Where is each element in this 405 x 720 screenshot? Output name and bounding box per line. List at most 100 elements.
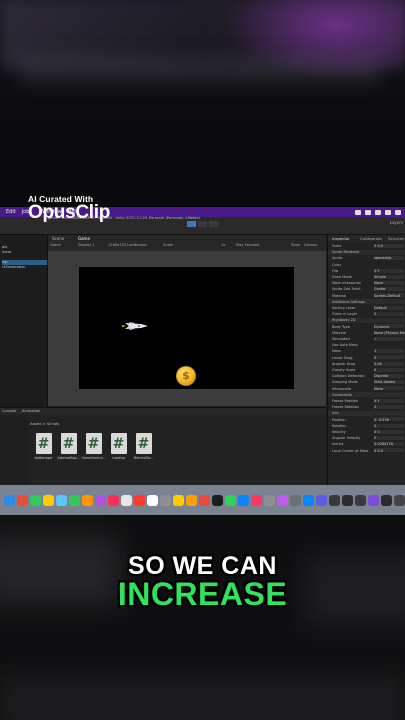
inspector-field-box[interactable]	[374, 367, 404, 372]
inspector-field-box[interactable]	[374, 311, 404, 316]
tab-services[interactable]: Services	[388, 236, 404, 241]
tab-animation[interactable]: Animation	[22, 409, 40, 413]
inspector-field-box[interactable]	[374, 355, 404, 360]
inspector-field-value: 1	[374, 349, 377, 354]
pause-button[interactable]	[198, 221, 207, 227]
coin-sprite: $	[176, 366, 196, 386]
dock-app-icon[interactable]	[238, 494, 249, 506]
inspector-field-label: Rotation	[332, 423, 347, 428]
dock-app-icon[interactable]	[394, 494, 405, 506]
inspector-field-label: Draw Mode	[332, 275, 352, 279]
dock-app-icon[interactable]	[277, 494, 288, 506]
inspector-field-value: Center	[374, 287, 386, 292]
dock-app-icon[interactable]	[225, 494, 236, 506]
dock-app-icon[interactable]	[134, 494, 145, 506]
inspector-field-value: X -4.336	[374, 417, 389, 422]
resolution-dropdown[interactable]: 1280x720 Landscape	[108, 243, 147, 247]
inspector-field-value: 0.05	[374, 361, 382, 366]
dock-app-icon[interactable]	[4, 494, 15, 506]
dock-app-icon[interactable]	[147, 494, 158, 506]
gizmos-button[interactable]: Gizmos	[304, 243, 317, 247]
inspector-field-value: Default	[374, 306, 387, 310]
play-focused-dropdown[interactable]: Play Focused	[236, 243, 259, 247]
status-icon[interactable]	[375, 209, 381, 215]
status-icon[interactable]	[365, 209, 371, 215]
game-dropdown[interactable]: Game	[50, 243, 61, 247]
script-asset[interactable]: # Loading	[110, 433, 127, 460]
script-asset[interactable]: # AsteroidSpa...	[57, 433, 80, 460]
dock-app-icon[interactable]	[30, 494, 41, 506]
dock-app-icon[interactable]	[82, 494, 93, 506]
scale-value[interactable]: 1x	[221, 243, 225, 247]
inspector-field-label: Flip	[332, 268, 339, 273]
dock-app-icon[interactable]	[95, 494, 106, 506]
stats-button[interactable]: Stats	[291, 243, 300, 247]
status-icon[interactable]	[385, 209, 391, 215]
caption-line2: INCREASE	[117, 576, 288, 612]
csharp-script-icon: #	[110, 433, 127, 454]
inspector-field-box[interactable]	[374, 423, 404, 428]
script-asset[interactable]: # MetricsSto...	[133, 433, 154, 460]
inspector-field-box[interactable]	[374, 435, 404, 440]
asset-label: MetricsSto...	[133, 456, 154, 460]
dock-app-icon[interactable]	[160, 494, 171, 506]
inspector-field-label: Rigidbody 2D	[332, 318, 356, 323]
inspector-field-box[interactable]	[374, 349, 404, 354]
dock-app-icon[interactable]	[173, 494, 184, 506]
inspector-field-value: Start Awake	[374, 380, 395, 385]
dock-app-icon[interactable]	[199, 494, 210, 506]
dock-app-icon[interactable]	[368, 494, 379, 506]
inspector-section-header[interactable]	[328, 410, 405, 416]
tab-game[interactable]: Game	[78, 236, 90, 241]
script-asset[interactable]: # GameControl...	[81, 433, 106, 460]
dock-app-icon[interactable]	[56, 494, 67, 506]
tab-inspector[interactable]: Inspector	[332, 236, 350, 241]
dock-app-icon[interactable]	[264, 494, 275, 506]
dock-app-icon[interactable]	[121, 494, 132, 506]
watermark-line2: OpusClip	[28, 202, 111, 223]
dock-app-icon[interactable]	[69, 494, 80, 506]
display-dropdown[interactable]: Display 1	[78, 243, 95, 247]
blur-blob	[0, 675, 405, 720]
inspector-field-value: Z	[374, 405, 377, 410]
dock-app-icon[interactable]	[108, 494, 119, 506]
dock-app-icon[interactable]	[342, 494, 353, 506]
dock-app-icon[interactable]	[43, 494, 54, 506]
inspector-field-box[interactable]	[374, 336, 404, 341]
inspector-field-label: Interpolate	[332, 386, 352, 391]
coin-symbol: $	[182, 369, 190, 382]
project-folder-tree[interactable]	[0, 416, 28, 485]
status-icon[interactable]	[395, 209, 401, 215]
inspector-field-label: Angular Drag	[332, 361, 356, 366]
inspector-panel: Inspector Collaborate Services Scale X 0.…	[327, 235, 405, 485]
project-tabs: Console Animation	[0, 408, 326, 414]
inspector-field-box[interactable]	[374, 404, 404, 409]
dock-app-icon[interactable]	[251, 494, 262, 506]
dock-app-icon[interactable]	[186, 494, 197, 506]
inspector-field-value: Simple	[374, 275, 386, 279]
dock-app-icon[interactable]	[17, 494, 28, 506]
layers-dropdown[interactable]: Layers	[390, 220, 403, 225]
play-controls	[187, 221, 218, 227]
play-button[interactable]	[187, 221, 196, 227]
menu-edit[interactable]: Edit	[6, 209, 16, 215]
dock-app-icon[interactable]	[316, 494, 327, 506]
status-icon[interactable]	[355, 209, 361, 215]
asset-label: AdManager	[34, 456, 53, 460]
step-button[interactable]	[209, 221, 218, 227]
tab-scene[interactable]: Scene	[52, 236, 64, 241]
dock-app-icon[interactable]	[381, 494, 392, 506]
game-screen[interactable]: $	[79, 267, 294, 389]
dock-app-icon[interactable]	[212, 494, 223, 506]
dock-app-icon[interactable]	[329, 494, 340, 506]
tab-collaborate[interactable]: Collaborate	[360, 236, 382, 241]
inspector-field-label: Sprite Renderer	[332, 250, 360, 255]
dock-app-icon[interactable]	[303, 494, 314, 506]
script-asset[interactable]: # AdManager	[34, 433, 53, 460]
dock-app-icon[interactable]	[290, 494, 301, 506]
hierarchy-item[interactable]: ckGeneration	[2, 265, 47, 270]
tab-console[interactable]: Console	[2, 409, 16, 413]
dock-app-icon[interactable]	[355, 494, 366, 506]
breadcrumb[interactable]: Assets > Scripts	[30, 422, 59, 426]
inspector-field-value: X 0.0	[374, 448, 384, 453]
